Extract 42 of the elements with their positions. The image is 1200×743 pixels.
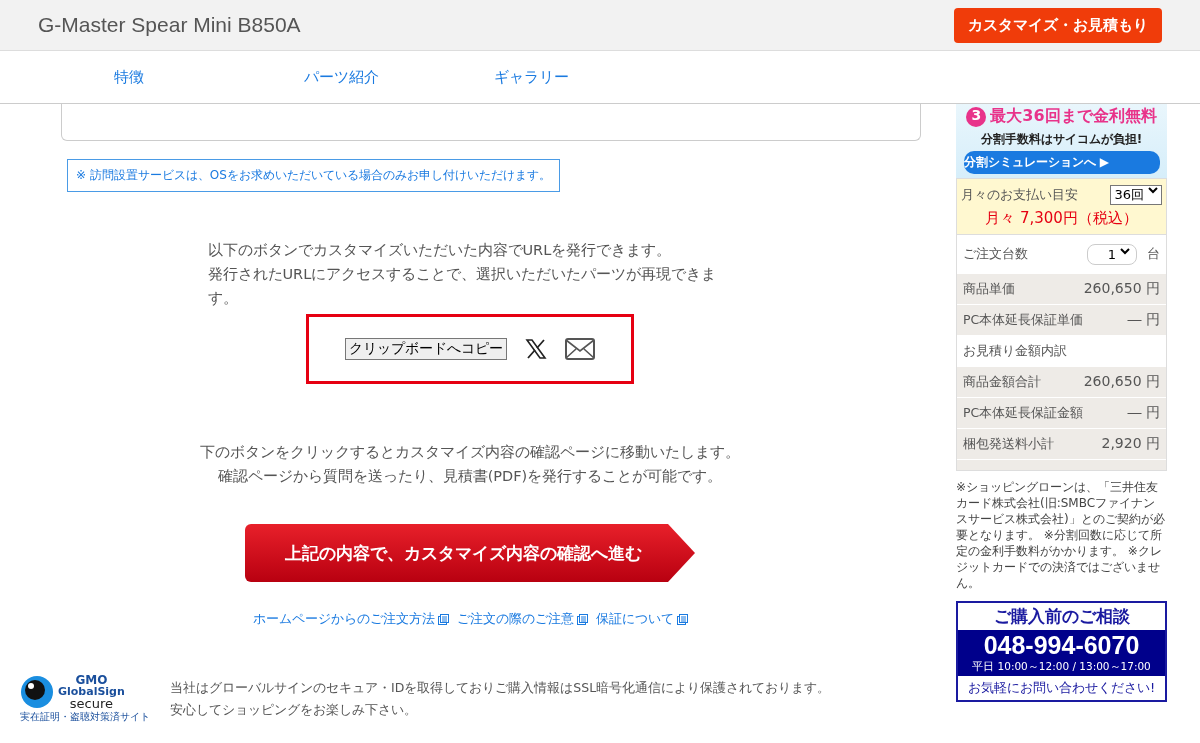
price-label: 商品単価 <box>963 280 1015 298</box>
campaign-banner[interactable]: 3 最大36回まで金利無料 分割手数料はサイコムが負担! 分割シミュレーションへ ▶ <box>956 104 1167 178</box>
external-window-icon <box>576 613 588 625</box>
x-logo-icon[interactable] <box>525 338 547 360</box>
security-statement: 当社はグローバルサインのセキュア・IDを取得しておりご購入情報はSSL暗号化通信により保護されております。 安心してショッピングをお楽しみ下さい。 <box>170 679 831 719</box>
chevron-icon <box>1120 246 1130 255</box>
field-label: 月々のお支払い目安 <box>961 186 1078 204</box>
copy-button[interactable]: クリップボードへコピー <box>345 338 507 360</box>
price-label: 商品金額合計 <box>963 373 1041 391</box>
proceed-button[interactable]: 上記の内容で、カスタマイズ内容の確認へ進む <box>245 524 695 582</box>
nav-tab[interactable]: ギャラリー <box>480 51 670 103</box>
confirm-description: 下のボタンをクリックするとカスタマイズ内容の確認ページに移動いたします。 確認ページから質問を送ったり、見積書(PDF)を発行することが可能です。 <box>200 443 740 486</box>
field-label: ご注文台数 <box>963 245 1028 263</box>
price-value: ― 円 <box>1127 311 1160 329</box>
security-seal-drawing: GMO GlobalSign secure 実在証明・盗聴対策済サイト <box>20 674 150 724</box>
share-description: 以下のボタンでカスタマイズいただいた内容でURLを発行できます。 発行されたURLにアクセスすることで、選択いただいたパーツが再現できます。 <box>207 241 718 308</box>
external-window-icon <box>437 613 449 625</box>
external-window-icon <box>676 613 688 625</box>
info-link[interactable]: ご注文の際のご注意 <box>456 610 588 628</box>
info-link[interactable]: 保証について <box>595 610 688 628</box>
info-link[interactable]: ホームページからのご注文方法 <box>252 610 449 628</box>
notice-callout: ※ 訪問設置サービスは、OSをお求めいただいている場合のみお申し付けいただけます。 <box>67 159 560 192</box>
nav-tab[interactable]: パーツ紹介 <box>290 51 480 103</box>
price-label: PC本体延長保証金額 <box>963 404 1084 422</box>
monthly-amount: 月々 7,300円（税込） <box>984 209 1139 228</box>
nav-tab[interactable]: 特徴 <box>100 51 290 103</box>
price-label: PC本体延長保証単価 <box>963 311 1084 329</box>
unit-label: 台 <box>1147 245 1160 263</box>
price-value: 2,920 円 <box>1101 435 1160 453</box>
quantity-select[interactable]: 1 <box>1086 243 1137 265</box>
loan-note: ※ショッピングローンは、「三井住友カード株式会社(旧:SMBCファイナンスサービス株式会社)」とのご契約が必要となります。 ※分割回数に応じて所定の金利手数料がかかります。 ※クレジットカードでの決済ではございません。 <box>956 479 1166 591</box>
mail-icon[interactable] <box>565 338 595 360</box>
contact-banner[interactable]: ご購入前のご相談 048-994-6070 平日 10:00～12:00 / 13:00～17:00 お気軽にお問い合わせください! <box>956 601 1167 702</box>
section-heading: お見積り金額内訳 <box>963 342 1067 360</box>
price-label: 梱包発送料小計 <box>963 435 1054 453</box>
customize-quote-button[interactable]: カスタマイズ・お見積もり <box>954 7 1162 43</box>
installments-select[interactable]: 36回 <box>1110 185 1162 205</box>
chevron-icon <box>1148 186 1158 194</box>
price-value: 260,650 円 <box>1083 373 1160 391</box>
price-value: ― 円 <box>1127 404 1160 422</box>
product-title: G-Master Spear Mini B850A <box>38 13 301 37</box>
price-value: 260,650 円 <box>1083 280 1160 298</box>
